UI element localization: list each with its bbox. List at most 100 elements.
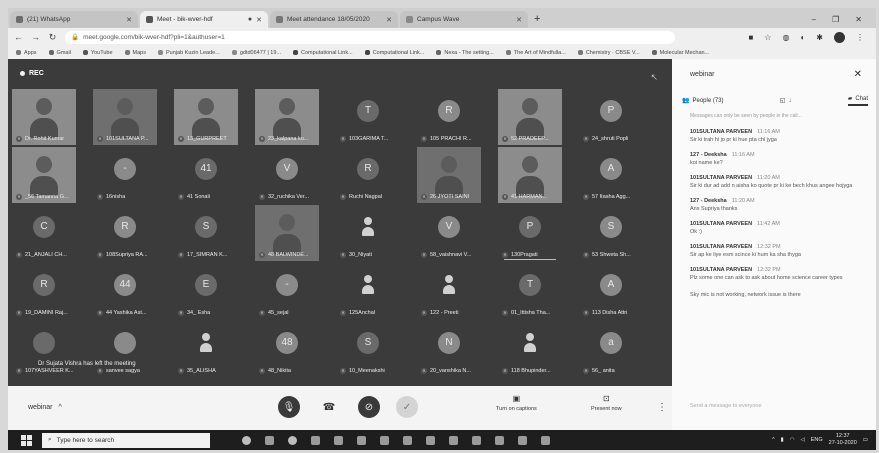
participant-tile[interactable]: 41 ✕ 41 Sonali	[174, 147, 238, 203]
camera-indicator-icon[interactable]: ■	[748, 33, 753, 42]
bookmark-item[interactable]: Computational Link...	[364, 50, 424, 56]
app-icon[interactable]	[357, 435, 366, 445]
browser-tab-campus[interactable]: Campus Wave ✕	[400, 11, 528, 28]
app-icon[interactable]	[541, 435, 550, 445]
participant-tile[interactable]: E ✕ 34_ Esha	[174, 263, 238, 319]
app-icon[interactable]	[472, 435, 481, 445]
close-window-icon[interactable]: ✕	[855, 15, 862, 24]
activities-button[interactable]: ✓	[396, 396, 418, 418]
participant-tile[interactable]: ✕ 35_ALISHA	[174, 321, 238, 377]
volume-icon[interactable]: ◁	[801, 437, 805, 443]
browser-tab-meet[interactable]: Meet - bik-wver-hdf ● ✕	[140, 11, 268, 28]
bookmark-item[interactable]: Punjab Kuzin Leade...	[158, 50, 220, 56]
participant-tile[interactable]: ✕ _56 Tamanna G...	[12, 147, 76, 203]
notification-icon[interactable]: ▭	[863, 437, 868, 443]
captions-button[interactable]: ▣ Turn on captions	[496, 394, 537, 412]
app-icon[interactable]	[518, 435, 527, 445]
star-icon[interactable]: ☆	[764, 33, 771, 42]
leave-call-button[interactable]: ☎	[318, 396, 340, 418]
more-options-button[interactable]: ⋮	[656, 396, 668, 418]
collapse-arrow-icon[interactable]: ↖	[650, 72, 658, 83]
participant-tile[interactable]: R ✕ 108Supriya RA...	[93, 205, 157, 261]
app-icon[interactable]	[426, 435, 435, 445]
extension-icon[interactable]: ◍	[782, 33, 789, 42]
participant-tile[interactable]: V ✕ 32_ruchika Ver...	[255, 147, 319, 203]
participant-tile[interactable]: S ✕ 10_Meenakshi	[336, 321, 400, 377]
address-bar[interactable]: 🔒 meet.google.com/bik-wver-hdf?pli=1&aut…	[65, 30, 675, 44]
mail-icon[interactable]	[334, 435, 343, 445]
bookmark-item[interactable]: Maps	[124, 50, 146, 56]
participant-tile[interactable]: P ✕ 24_shruti Popli	[579, 89, 643, 145]
store-icon[interactable]	[311, 435, 320, 445]
app-icon[interactable]	[380, 435, 389, 445]
bookmark-item[interactable]: Nexa - The setting...	[436, 50, 494, 56]
participant-tile[interactable]: S ✕ 17_SIMRAN K...	[174, 205, 238, 261]
new-tab-button[interactable]: +	[534, 11, 540, 28]
participant-tile[interactable]: C ✕ 21_ANJALI CH...	[12, 205, 76, 261]
back-icon[interactable]: ←	[14, 32, 23, 42]
browser-tab-whatsapp[interactable]: (21) WhatsApp ✕	[10, 11, 138, 28]
windows-start-icon[interactable]	[18, 432, 34, 448]
close-tab-icon[interactable]: ✕	[516, 16, 522, 24]
tab-chat[interactable]: ▰ Chat	[847, 95, 868, 106]
chat-input[interactable]: Send a message to everyone	[690, 403, 762, 409]
participant-tile[interactable]: ✕ 48 BALWINDE...	[255, 205, 319, 261]
app-icon[interactable]	[449, 435, 458, 445]
mic-toggle-button[interactable]: 🎙	[278, 396, 300, 418]
cortana-icon[interactable]	[242, 435, 251, 445]
browser-tab-attendance[interactable]: Meet attendance 18/05/2020 ✕	[270, 11, 398, 28]
participant-tile[interactable]: a ✕ 56_ anita	[579, 321, 643, 377]
clock[interactable]: 12:37 27-10-2020	[829, 433, 857, 447]
participant-tile[interactable]: 48 ✕ 48_Nikita	[255, 321, 319, 377]
task-view-icon[interactable]	[265, 435, 274, 445]
participant-tile[interactable]: ✕ 23_kalpana ku...	[255, 89, 319, 145]
taskbar-search-input[interactable]: ⌕ Type here to search	[42, 432, 210, 448]
participant-tile[interactable]: T ✕ 103GARIMA T...	[336, 89, 400, 145]
participant-tile[interactable]: ✕ 13_GURPREET	[174, 89, 238, 145]
participant-tile[interactable]: P ✕ 130Pragati	[498, 205, 562, 261]
close-tab-icon[interactable]: ✕	[386, 16, 392, 24]
profile-avatar[interactable]	[834, 31, 845, 43]
chevron-up-icon[interactable]: ^	[772, 437, 775, 443]
bookmark-item[interactable]: Computational Link...	[293, 50, 353, 56]
bookmark-item[interactable]: Molecular Mechan...	[651, 50, 709, 56]
participant-tile[interactable]: ✕ 122 - Preeti	[417, 263, 481, 319]
bookmark-item[interactable]: The Art of Mindfulla...	[505, 50, 566, 56]
battery-icon[interactable]: ▮	[781, 437, 784, 443]
participant-tile[interactable]: A ✕ 113 Disha Attri	[579, 263, 643, 319]
participant-tile[interactable]: R ✕ 19_DAMINI Raj...	[12, 263, 76, 319]
language-indicator[interactable]: ENG	[811, 437, 823, 443]
participant-tile[interactable]: ✕ 41 HARMAN...	[498, 147, 562, 203]
present-now-button[interactable]: ⊡ Present now	[591, 394, 622, 412]
participant-tile[interactable]: S ✕ 53 Shweta Sh...	[579, 205, 643, 261]
minimize-icon[interactable]: –	[812, 15, 816, 24]
bookmark-item[interactable]: gdtd06477 | 19...	[231, 50, 281, 56]
close-tab-icon[interactable]: ✕	[126, 16, 132, 24]
participant-tile[interactable]: R ✕ 105 PRACHI R...	[417, 89, 481, 145]
chrome-icon[interactable]	[288, 435, 297, 445]
participant-tile[interactable]: 44 ✕ 44 Yashika Ast...	[93, 263, 157, 319]
tab-people[interactable]: 👥 People (73)	[682, 95, 724, 106]
participant-tile[interactable]: ✕ 107YASHVEER K...	[12, 321, 76, 377]
maximize-icon[interactable]: ❐	[832, 15, 839, 24]
bookmark-item[interactable]: YouTube	[82, 50, 113, 56]
app-icon[interactable]	[495, 435, 504, 445]
participant-tile[interactable]: - ✕ 45_sejal	[255, 263, 319, 319]
participant-tile[interactable]: ✕ 125Anchal	[336, 263, 400, 319]
participant-tile[interactable]: A ✕ 57 Itasha Agg...	[579, 147, 643, 203]
reload-icon[interactable]: ↻	[48, 32, 57, 43]
close-panel-icon[interactable]: ✕	[854, 69, 862, 80]
participant-tile[interactable]: V ✕ 58_vaishnavi V...	[417, 205, 481, 261]
participant-tile[interactable]: T ✕ 01_Ittisha Tha...	[498, 263, 562, 319]
menu-icon[interactable]: ⋮	[856, 33, 864, 42]
camera-toggle-button[interactable]: ⊘	[358, 396, 380, 418]
participant-tile[interactable]: ✕ sanvee sagya	[93, 321, 157, 377]
close-tab-icon[interactable]: ✕	[256, 16, 262, 24]
participant-tile[interactable]: ✕ 26 JYOTI SAINI	[417, 147, 481, 203]
bookmark-item[interactable]: Chemistry · CBSE V...	[577, 50, 640, 56]
meeting-details-button[interactable]: webinar ^	[28, 404, 62, 411]
participant-tile[interactable]: ✕ 52 PRADEEP...	[498, 89, 562, 145]
participant-tile[interactable]: N ✕ 20_vanshika N...	[417, 321, 481, 377]
forward-icon[interactable]: →	[31, 32, 40, 42]
participant-tile[interactable]: - ✕ 16nisha	[93, 147, 157, 203]
